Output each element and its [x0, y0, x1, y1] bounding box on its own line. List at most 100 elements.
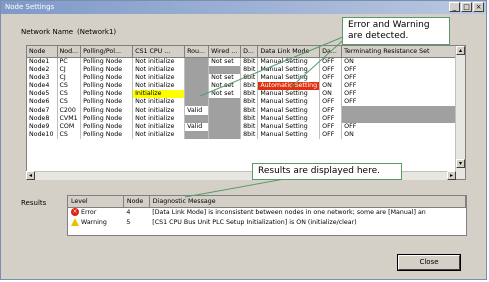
table-cell[interactable]: OFF [341, 122, 463, 131]
maximize-icon[interactable]: □ [461, 2, 472, 12]
table-cell[interactable]: Manual Setting [257, 114, 321, 123]
table-cell[interactable]: Manual Setting [257, 73, 321, 82]
results-row[interactable]: × Error 4 [Data Link Mode] is inconsistent … [68, 207, 466, 217]
grid-vertical-scrollbar[interactable]: ▴ ▾ [455, 46, 465, 179]
table-row[interactable]: Node7 C200 Polling Node Not initialize Valid… [27, 106, 463, 115]
table-cell[interactable]: Manual Setting [257, 131, 321, 140]
table-cell[interactable]: Node1 [27, 57, 58, 66]
table-cell[interactable]: Polling Node [80, 90, 134, 99]
table-cell[interactable]: Node9 [27, 122, 58, 131]
table-cell[interactable]: CJ [57, 73, 82, 82]
grid-column-header[interactable]: Wired ... [208, 46, 242, 58]
table-cell[interactable]: OFF [341, 81, 463, 91]
table-cell[interactable]: Polling Node [80, 98, 134, 107]
table-cell[interactable]: Polling Node [80, 65, 134, 74]
table-cell[interactable]: Node8 [27, 114, 58, 123]
table-cell[interactable]: Valid [184, 106, 210, 115]
table-cell[interactable]: Not initialize [132, 65, 186, 74]
table-cell[interactable]: 8bit [240, 81, 259, 91]
table-cell[interactable]: OFF [319, 122, 343, 131]
table-cell[interactable] [208, 98, 242, 107]
table-row[interactable]: Node3 CJ Polling Node Not initialize Not set… [27, 73, 463, 82]
table-row[interactable]: Node2 CJ Polling Node Not initialize 8bit Man… [27, 65, 463, 74]
table-cell[interactable]: Polling Node [80, 81, 134, 91]
table-cell[interactable]: 8bit [240, 98, 259, 107]
table-cell[interactable]: Automatic Setting [257, 81, 321, 91]
table-row[interactable]: Node8 CVM1 Polling Node Not initialize 8bit M… [27, 114, 463, 123]
table-cell[interactable] [184, 98, 210, 107]
table-cell[interactable]: Manual Setting [257, 122, 321, 131]
table-cell[interactable]: Node10 [27, 131, 58, 140]
table-cell[interactable]: CS [57, 90, 82, 99]
table-cell[interactable] [341, 114, 463, 123]
table-cell[interactable]: OFF [319, 131, 343, 140]
scroll-right-icon[interactable]: ▸ [447, 171, 456, 180]
table-cell[interactable]: Manual Setting [257, 98, 321, 107]
table-cell[interactable]: Node2 [27, 65, 58, 74]
table-cell[interactable]: OFF [341, 90, 463, 99]
close-icon[interactable]: × [473, 2, 484, 12]
table-cell[interactable]: Not set [208, 73, 242, 82]
table-cell[interactable]: Polling Node [80, 57, 134, 66]
table-cell[interactable]: 8bit [240, 114, 259, 123]
results-column-header[interactable]: Node [123, 196, 150, 208]
table-cell[interactable] [184, 90, 210, 99]
table-cell[interactable] [208, 65, 242, 74]
table-cell[interactable]: ON [319, 90, 343, 99]
table-row[interactable]: Node6 CS Polling Node Not initialize 8bit Man… [27, 98, 463, 107]
table-cell[interactable]: Manual Setting [257, 106, 321, 115]
table-cell[interactable]: CS [57, 81, 82, 91]
scroll-left-icon[interactable]: ◂ [26, 171, 35, 180]
table-cell[interactable]: Not initialize [132, 81, 186, 91]
table-cell[interactable]: Not set [208, 57, 242, 66]
table-cell[interactable] [341, 106, 463, 115]
table-cell[interactable]: C200 [57, 106, 82, 115]
table-cell[interactable] [184, 65, 210, 74]
table-cell[interactable]: OFF [319, 57, 343, 66]
table-cell[interactable] [184, 57, 210, 66]
table-cell[interactable]: Polling Node [80, 114, 134, 123]
grid-column-header[interactable]: Rou... [184, 46, 210, 58]
table-cell[interactable]: Not set [208, 81, 242, 91]
table-cell[interactable] [208, 114, 242, 123]
table-cell[interactable]: OFF [319, 106, 343, 115]
table-cell[interactable]: 8bit [240, 131, 259, 140]
table-cell[interactable] [184, 81, 210, 91]
results-row[interactable]: Warning 5 [CS1 CPU Bus Unit PLC Setup Init… [68, 217, 466, 227]
table-cell[interactable]: Not initialize [132, 98, 186, 107]
title-bar[interactable]: Node Settings _ □ × [1, 1, 486, 14]
table-row[interactable]: Node10 CS Polling Node Not initialize 8bit Ma… [27, 131, 463, 140]
table-row[interactable]: Node9 COM Polling Node Not initialize Valid 8… [27, 122, 463, 131]
table-cell[interactable]: 8bit [240, 57, 259, 66]
table-cell[interactable]: CS [57, 131, 82, 140]
table-cell[interactable]: Not initialize [132, 131, 186, 140]
table-cell[interactable]: Valid [184, 122, 210, 131]
table-cell[interactable]: Not initialize [132, 106, 186, 115]
table-cell[interactable]: Manual Setting [257, 90, 321, 99]
table-cell[interactable]: ON [319, 81, 343, 91]
table-cell[interactable]: Node3 [27, 73, 58, 82]
table-cell[interactable]: Not initialize [132, 73, 186, 82]
table-cell[interactable] [208, 131, 242, 140]
table-cell[interactable]: CS [57, 98, 82, 107]
table-cell[interactable] [208, 106, 242, 115]
table-cell[interactable]: Polling Node [80, 131, 134, 140]
grid-column-header[interactable]: Polling/Pol... [80, 46, 134, 58]
table-cell[interactable] [208, 122, 242, 131]
table-cell[interactable]: OFF [319, 114, 343, 123]
table-cell[interactable]: Not initialize [132, 57, 186, 66]
table-cell[interactable]: Polling Node [80, 73, 134, 82]
table-cell[interactable]: OFF [341, 73, 463, 82]
table-cell[interactable]: OFF [341, 98, 463, 107]
table-cell[interactable] [184, 114, 210, 123]
grid-column-header[interactable]: Da... [319, 46, 343, 58]
table-cell[interactable]: 8bit [240, 65, 259, 74]
table-cell[interactable]: Node6 [27, 98, 58, 107]
table-cell[interactable]: Polling Node [80, 106, 134, 115]
results-column-header[interactable]: Diagnostic Message [149, 196, 466, 208]
table-cell[interactable]: ON [341, 131, 463, 140]
table-cell[interactable]: COM [57, 122, 82, 131]
table-cell[interactable]: Not initialize [132, 122, 186, 131]
table-cell[interactable]: Node5 [27, 90, 58, 99]
table-row[interactable]: Node4 CS Polling Node Not initialize Not set… [27, 81, 463, 91]
